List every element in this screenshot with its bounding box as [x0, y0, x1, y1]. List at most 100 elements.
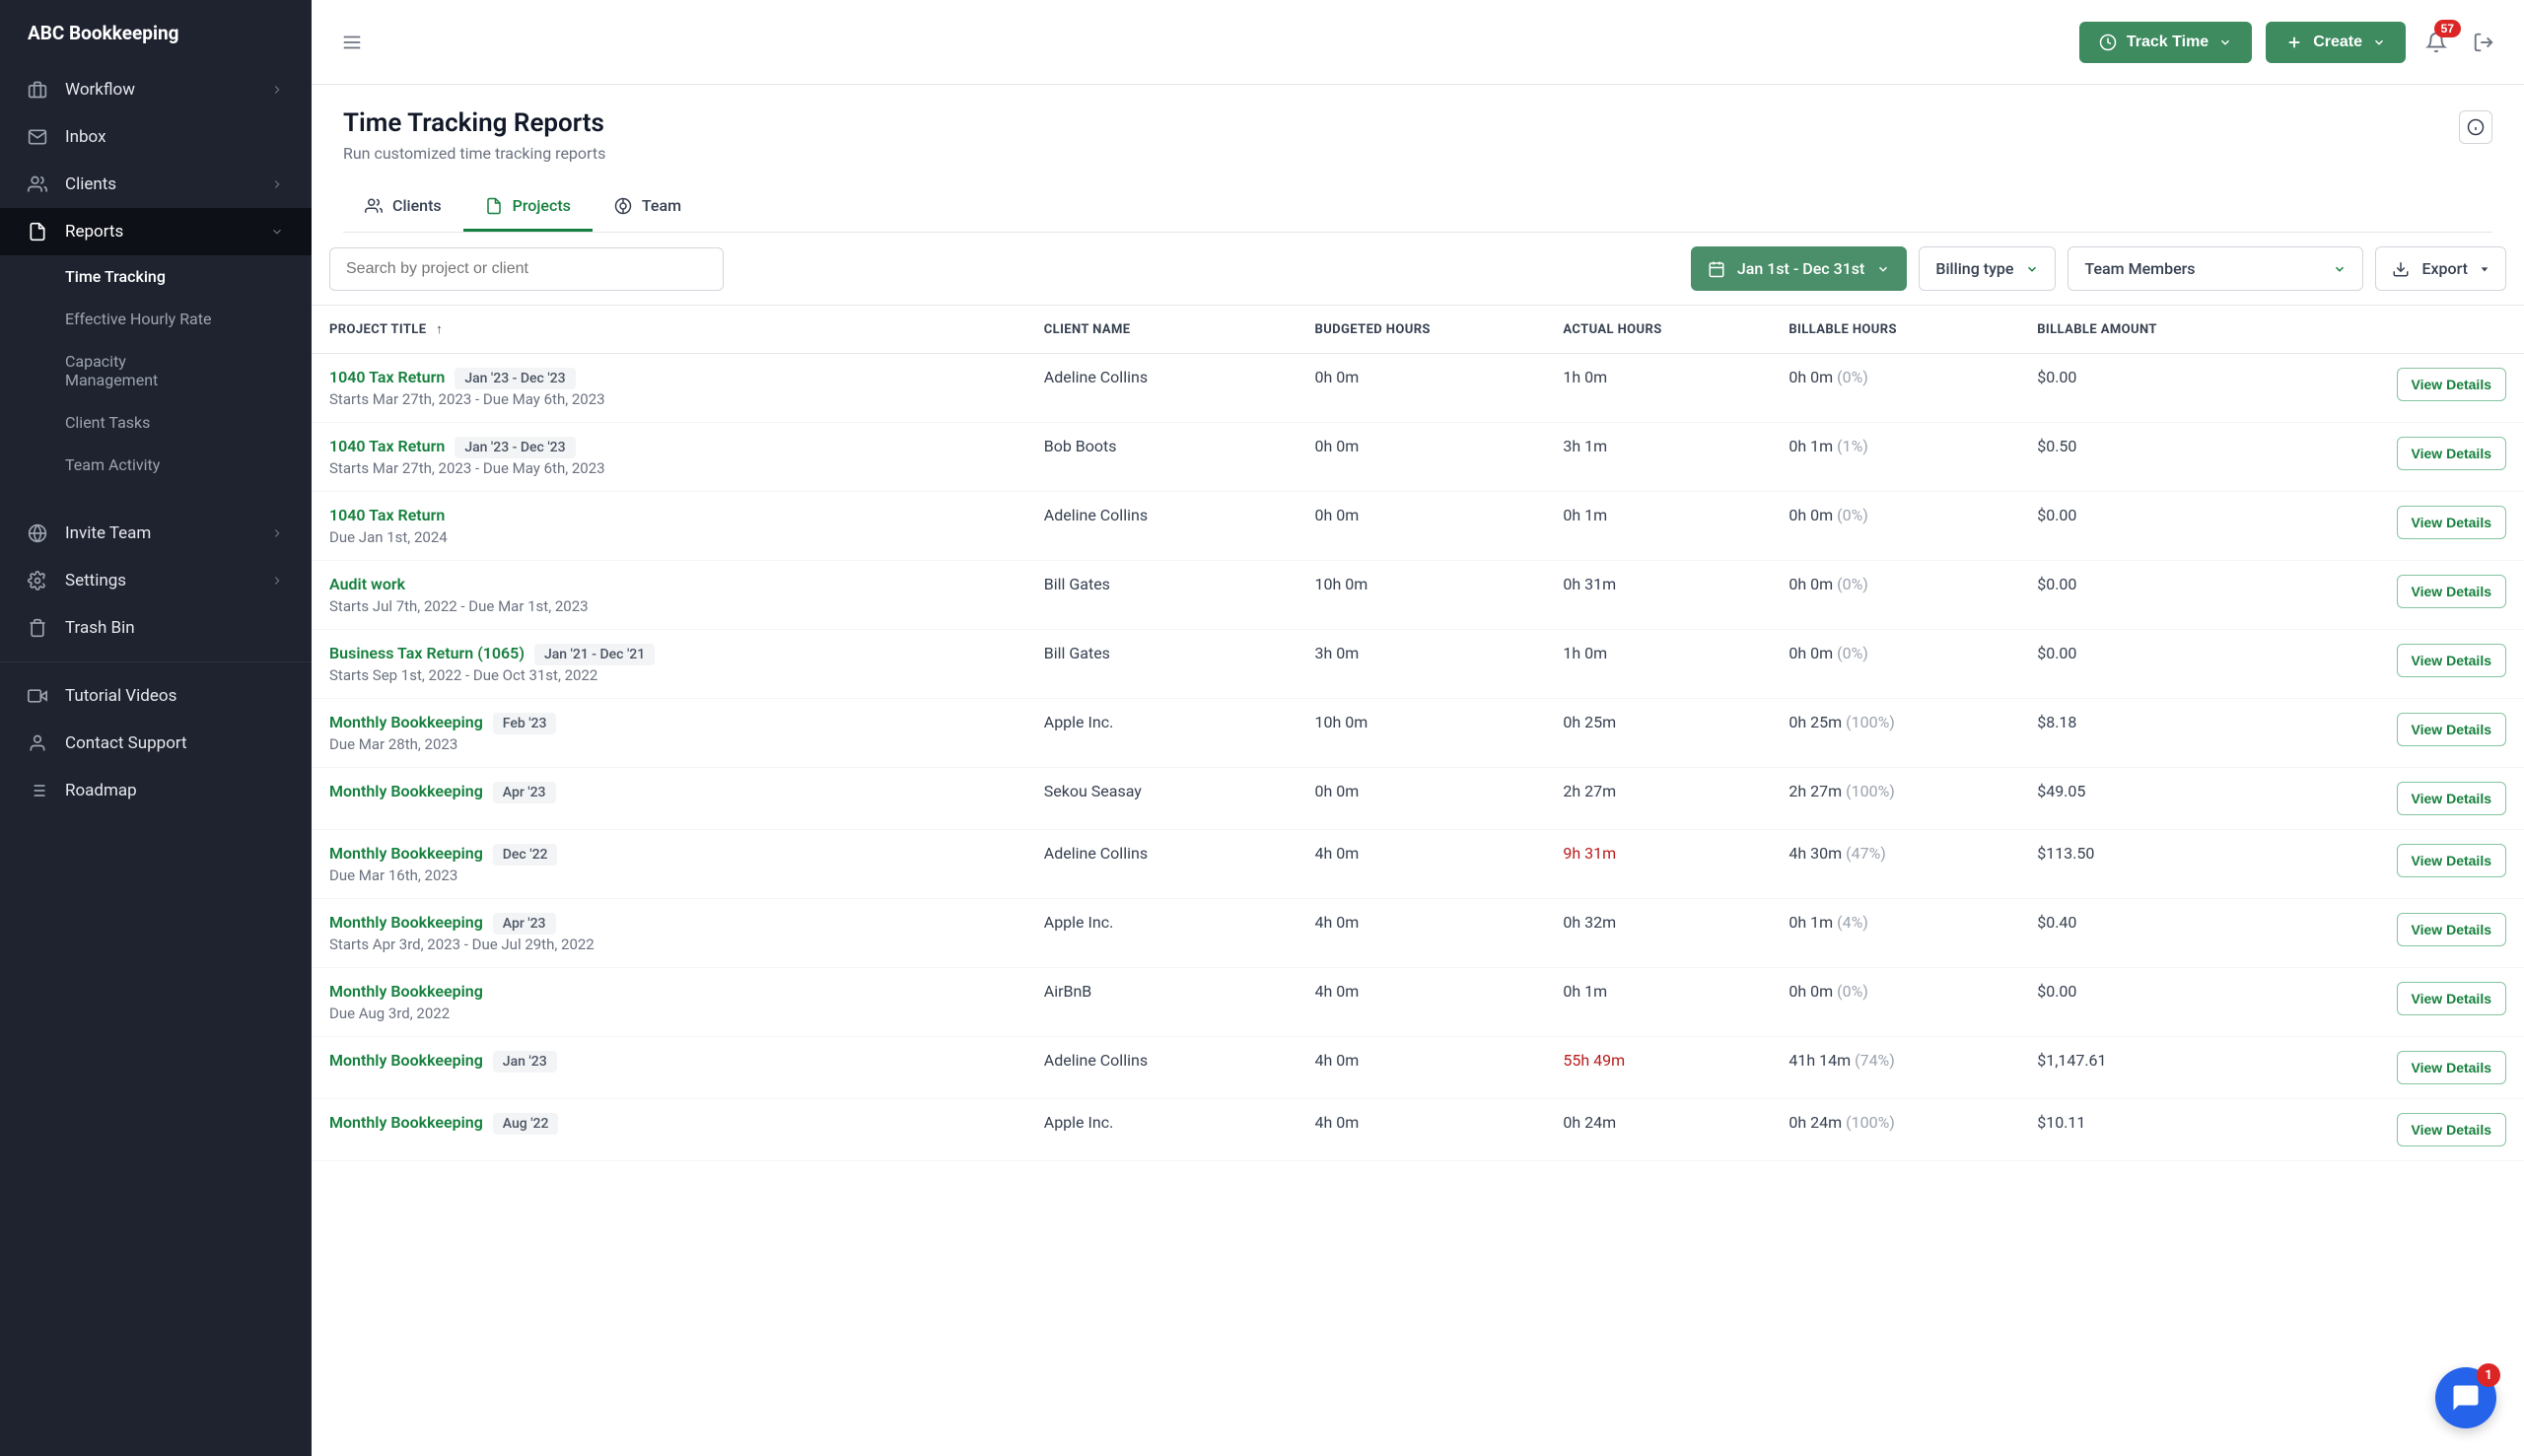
view-details-button[interactable]: View Details	[2397, 913, 2506, 946]
col-budgeted[interactable]: BUDGETED HOURS	[1305, 306, 1554, 354]
nav-reports[interactable]: Reports	[0, 208, 312, 255]
actual-hours-cell: 1h 0m	[1553, 354, 1779, 423]
actual-hours-cell: 9h 31m	[1553, 830, 1779, 899]
view-details-button[interactable]: View Details	[2397, 844, 2506, 877]
billable-hours-cell: 0h 0m (0%)	[1779, 630, 2027, 699]
col-amount[interactable]: BILLABLE AMOUNT	[2027, 306, 2298, 354]
billable-percent: (4%)	[1837, 913, 1868, 932]
nav-trash-bin[interactable]: Trash Bin	[0, 604, 312, 652]
project-period-badge: Jan '23 - Dec '23	[455, 368, 575, 389]
sidebar-toggle-button[interactable]	[335, 26, 369, 59]
project-title-link[interactable]: 1040 Tax Return	[329, 368, 445, 386]
budgeted-hours-cell: 4h 0m	[1305, 1099, 1554, 1161]
col-billable[interactable]: BILLABLE HOURS	[1779, 306, 2027, 354]
project-title-link[interactable]: Monthly Bookkeeping	[329, 982, 483, 1001]
view-details-button[interactable]: View Details	[2397, 1051, 2506, 1084]
billable-percent: (0%)	[1837, 506, 1868, 524]
project-title-link[interactable]: Business Tax Return (1065)	[329, 644, 525, 662]
project-title-link[interactable]: Monthly Bookkeeping	[329, 782, 483, 800]
view-details-button[interactable]: View Details	[2397, 644, 2506, 677]
nav-inbox[interactable]: Inbox	[0, 113, 312, 161]
project-title-link[interactable]: 1040 Tax Return	[329, 437, 445, 455]
sub-team-activity[interactable]: Team Activity	[65, 444, 312, 486]
project-period-badge: Apr '23	[493, 782, 556, 803]
nav-tutorial-videos[interactable]: Tutorial Videos	[0, 672, 312, 720]
billable-amount-cell: $0.40	[2027, 899, 2298, 968]
client-name-cell: Apple Inc.	[1034, 899, 1305, 968]
download-icon	[2392, 260, 2410, 278]
project-title-link[interactable]: Monthly Bookkeeping	[329, 1051, 483, 1070]
view-details-button[interactable]: View Details	[2397, 437, 2506, 470]
billable-hours-cell: 0h 0m (0%)	[1779, 354, 2027, 423]
view-details-button[interactable]: View Details	[2397, 575, 2506, 608]
divider	[0, 661, 312, 662]
table-row: 1040 Tax ReturnJan '23 - Dec '23Starts M…	[312, 354, 2524, 423]
project-title-link[interactable]: Audit work	[329, 575, 405, 593]
date-range-picker[interactable]: Jan 1st - Dec 31st	[1691, 246, 1908, 291]
create-button[interactable]: Create	[2266, 22, 2406, 63]
nav-workflow[interactable]: Workflow	[0, 66, 312, 113]
chevron-right-icon	[270, 526, 284, 540]
nav-roadmap[interactable]: Roadmap	[0, 767, 312, 814]
help-button[interactable]	[2459, 110, 2492, 144]
calendar-icon	[1708, 260, 1725, 278]
project-dates: Due Aug 3rd, 2022	[329, 1005, 1024, 1022]
nav-invite-team[interactable]: Invite Team	[0, 510, 312, 557]
view-details-button[interactable]: View Details	[2397, 782, 2506, 815]
sub-effective-hourly[interactable]: Effective Hourly Rate	[65, 298, 312, 340]
col-project-title[interactable]: PROJECT TITLE ↑	[312, 306, 1034, 354]
sub-capacity-mgmt[interactable]: Capacity Management	[65, 340, 203, 401]
chevron-down-icon	[270, 225, 284, 239]
actual-hours-cell: 1h 0m	[1553, 630, 1779, 699]
project-title-link[interactable]: Monthly Bookkeeping	[329, 844, 483, 863]
project-title-link[interactable]: Monthly Bookkeeping	[329, 713, 483, 731]
logout-icon	[2473, 32, 2494, 53]
table-row: Audit workStarts Jul 7th, 2022 - Due Mar…	[312, 561, 2524, 630]
tab-team[interactable]: Team	[593, 182, 703, 232]
chat-icon	[2451, 1383, 2481, 1413]
track-time-button[interactable]: Track Time	[2079, 22, 2252, 63]
chat-widget-button[interactable]: 1	[2435, 1367, 2496, 1428]
col-actual[interactable]: ACTUAL HOURS	[1553, 306, 1779, 354]
globe-icon	[28, 523, 47, 543]
budgeted-hours-cell: 0h 0m	[1305, 492, 1554, 561]
billing-type-filter[interactable]: Billing type	[1919, 246, 2056, 291]
project-period-badge: Apr '23	[493, 913, 556, 935]
search-input[interactable]	[329, 247, 724, 291]
project-title-link[interactable]: Monthly Bookkeeping	[329, 913, 483, 932]
nav-clients[interactable]: Clients	[0, 161, 312, 208]
nav-settings[interactable]: Settings	[0, 557, 312, 604]
sub-time-tracking[interactable]: Time Tracking	[65, 255, 312, 298]
view-details-button[interactable]: View Details	[2397, 713, 2506, 746]
tab-clients[interactable]: Clients	[343, 182, 463, 232]
globe-icon	[614, 197, 632, 215]
view-details-button[interactable]: View Details	[2397, 982, 2506, 1015]
billable-amount-cell: $1,147.61	[2027, 1037, 2298, 1099]
export-button[interactable]: Export	[2375, 246, 2506, 291]
tab-label: Clients	[392, 196, 442, 215]
project-dates: Starts Apr 3rd, 2023 - Due Jul 29th, 202…	[329, 936, 1024, 953]
team-members-filter[interactable]: Team Members	[2068, 246, 2363, 291]
tab-projects[interactable]: Projects	[463, 182, 593, 232]
logout-button[interactable]	[2467, 26, 2500, 59]
nav-contact-support[interactable]: Contact Support	[0, 720, 312, 767]
chevron-down-icon	[2025, 262, 2039, 276]
project-title-link[interactable]: 1040 Tax Return	[329, 506, 445, 524]
filter-bar: Jan 1st - Dec 31st Billing type Team Mem…	[312, 233, 2524, 306]
nav-label: Workflow	[65, 80, 135, 100]
notifications-button[interactable]: 57	[2419, 26, 2453, 59]
actual-hours-cell: 0h 1m	[1553, 968, 1779, 1037]
table-row: Monthly BookkeepingApr '23Sekou Seasay0h…	[312, 768, 2524, 830]
col-client-name[interactable]: CLIENT NAME	[1034, 306, 1305, 354]
nav-label: Tutorial Videos	[65, 686, 176, 706]
sub-client-tasks[interactable]: Client Tasks	[65, 401, 312, 444]
view-details-button[interactable]: View Details	[2397, 368, 2506, 401]
project-title-link[interactable]: Monthly Bookkeeping	[329, 1113, 483, 1132]
billable-percent: (0%)	[1837, 368, 1868, 386]
page-subtitle: Run customized time tracking reports	[343, 144, 2492, 163]
project-dates: Starts Mar 27th, 2023 - Due May 6th, 202…	[329, 459, 1024, 477]
project-period-badge: Dec '22	[493, 844, 558, 866]
project-period-badge: Feb '23	[493, 713, 557, 734]
view-details-button[interactable]: View Details	[2397, 1113, 2506, 1146]
view-details-button[interactable]: View Details	[2397, 506, 2506, 539]
